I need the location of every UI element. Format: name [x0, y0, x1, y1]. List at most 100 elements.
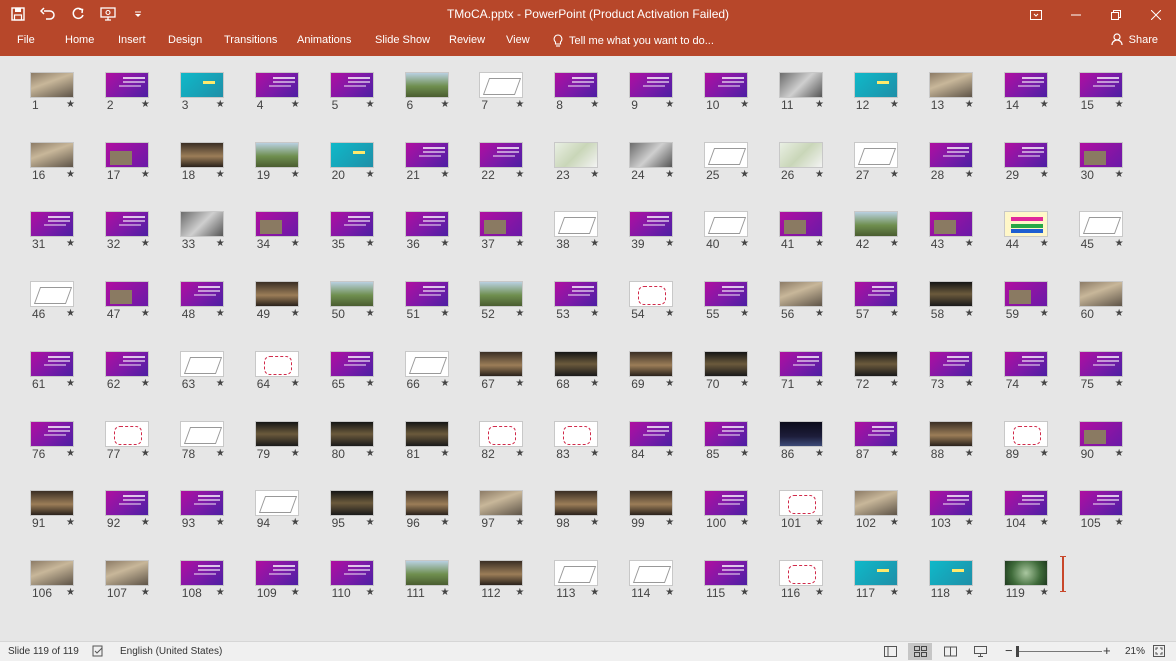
slide-thumbnail[interactable]: 27 ★ [853, 141, 929, 204]
transition-star-icon[interactable]: ★ [740, 99, 749, 110]
slide-thumbnail[interactable]: 69 ★ [629, 350, 704, 413]
transition-star-icon[interactable]: ★ [1040, 238, 1049, 249]
transition-star-icon[interactable]: ★ [1040, 99, 1049, 110]
zoom-level[interactable]: 21% [1125, 646, 1145, 657]
slide-preview[interactable] [329, 211, 374, 238]
slide-thumbnail[interactable]: 107 ★ [104, 559, 180, 622]
slide-thumbnail[interactable]: 14 ★ [1003, 72, 1079, 134]
slide-preview[interactable] [404, 72, 449, 98]
transition-star-icon[interactable]: ★ [740, 378, 749, 389]
slide-preview[interactable] [404, 490, 449, 517]
slide-thumbnail[interactable]: 86 ★ [779, 420, 854, 483]
slide-thumbnail[interactable]: 106 ★ [30, 559, 105, 622]
transition-star-icon[interactable]: ★ [366, 517, 375, 528]
transition-star-icon[interactable]: ★ [141, 587, 150, 598]
slide-thumbnail[interactable]: 33 ★ [179, 211, 255, 273]
slide-thumbnail[interactable]: 94 ★ [254, 490, 330, 552]
transition-star-icon[interactable]: ★ [216, 448, 225, 459]
slide-thumbnail[interactable]: 44 ★ [1003, 211, 1079, 273]
slide-preview[interactable] [179, 141, 224, 168]
transition-star-icon[interactable]: ★ [590, 517, 599, 528]
slide-preview[interactable] [1003, 281, 1048, 308]
transition-star-icon[interactable]: ★ [1115, 308, 1124, 319]
slide-thumbnail[interactable]: 75 ★ [1078, 350, 1154, 413]
slide-preview[interactable] [779, 420, 823, 447]
slide-thumbnail[interactable]: 117 ★ [853, 559, 929, 622]
transition-star-icon[interactable]: ★ [441, 448, 450, 459]
transition-star-icon[interactable]: ★ [1040, 587, 1049, 598]
transition-star-icon[interactable]: ★ [141, 308, 150, 319]
slide-thumbnail[interactable]: 26 ★ [779, 141, 854, 204]
slide-thumbnail[interactable]: 13 ★ [928, 72, 1004, 134]
slide-thumbnail[interactable]: 87 ★ [853, 420, 929, 483]
slide-thumbnail[interactable]: 65 ★ [329, 350, 405, 413]
transition-star-icon[interactable]: ★ [141, 378, 150, 389]
slide-preview[interactable] [179, 490, 224, 517]
slide-thumbnail[interactable]: 54 ★ [629, 281, 704, 343]
transition-star-icon[interactable]: ★ [665, 169, 674, 180]
transition-star-icon[interactable]: ★ [1115, 517, 1124, 528]
transition-star-icon[interactable]: ★ [366, 587, 375, 598]
share-button[interactable]: Share [1111, 33, 1158, 46]
slide-thumbnail[interactable]: 29 ★ [1003, 141, 1079, 204]
slide-preview[interactable] [629, 420, 674, 447]
transition-star-icon[interactable]: ★ [965, 517, 974, 528]
transition-star-icon[interactable]: ★ [740, 238, 749, 249]
slide-preview[interactable] [254, 490, 299, 517]
transition-star-icon[interactable]: ★ [141, 169, 150, 180]
slide-thumbnail[interactable]: 58 ★ [928, 281, 1004, 343]
transition-star-icon[interactable]: ★ [291, 448, 300, 459]
slide-preview[interactable] [629, 211, 674, 238]
slide-sorter-view-button[interactable] [908, 643, 932, 660]
slide-preview[interactable] [1003, 350, 1048, 377]
slide-thumbnail[interactable]: 62 ★ [104, 350, 180, 413]
transition-star-icon[interactable]: ★ [216, 99, 225, 110]
slide-preview[interactable] [104, 141, 149, 168]
slide-preview[interactable] [704, 141, 749, 168]
slide-preview[interactable] [779, 281, 823, 308]
slide-thumbnail[interactable]: 41 ★ [779, 211, 854, 273]
slide-preview[interactable] [479, 211, 524, 238]
slide-thumbnail[interactable]: 112 ★ [479, 559, 554, 622]
slide-thumbnail[interactable]: 118 ★ [928, 559, 1004, 622]
slide-preview[interactable] [104, 490, 149, 517]
slide-thumbnail[interactable]: 93 ★ [179, 490, 255, 552]
transition-star-icon[interactable]: ★ [665, 517, 674, 528]
transition-star-icon[interactable]: ★ [66, 169, 75, 180]
tab-file[interactable]: File [17, 34, 35, 46]
transition-star-icon[interactable]: ★ [366, 238, 375, 249]
transition-star-icon[interactable]: ★ [216, 517, 225, 528]
slide-thumbnail[interactable]: 100 ★ [704, 490, 779, 552]
slide-thumbnail[interactable]: 22 ★ [479, 141, 554, 204]
transition-star-icon[interactable]: ★ [366, 448, 375, 459]
slide-preview[interactable] [254, 141, 299, 168]
transition-star-icon[interactable]: ★ [515, 448, 524, 459]
slide-preview[interactable] [329, 350, 374, 377]
slide-thumbnail[interactable]: 97 ★ [479, 490, 554, 552]
transition-star-icon[interactable]: ★ [890, 378, 899, 389]
slide-thumbnail[interactable]: 9 ★ [629, 72, 704, 134]
slide-show-view-button[interactable] [968, 643, 992, 660]
slide-preview[interactable] [329, 559, 374, 586]
transition-star-icon[interactable]: ★ [441, 517, 450, 528]
slide-thumbnail[interactable]: 76 ★ [30, 420, 105, 483]
slide-thumbnail[interactable]: 115 ★ [704, 559, 779, 622]
slide-thumbnail[interactable]: 42 ★ [853, 211, 929, 273]
slide-preview[interactable] [404, 420, 449, 447]
transition-star-icon[interactable]: ★ [815, 378, 824, 389]
slide-preview[interactable] [554, 281, 599, 308]
slide-thumbnail[interactable]: 113 ★ [554, 559, 629, 622]
slide-thumbnail[interactable]: 7 ★ [479, 72, 554, 134]
slide-preview[interactable] [254, 559, 299, 586]
transition-star-icon[interactable]: ★ [815, 238, 824, 249]
transition-star-icon[interactable]: ★ [1040, 378, 1049, 389]
transition-star-icon[interactable]: ★ [815, 99, 824, 110]
slide-preview[interactable] [928, 72, 973, 98]
transition-star-icon[interactable]: ★ [665, 448, 674, 459]
slide-thumbnail[interactable]: 119 ★ [1003, 559, 1079, 622]
slide-preview[interactable] [1078, 72, 1123, 98]
transition-star-icon[interactable]: ★ [965, 378, 974, 389]
fit-slide-button[interactable] [1153, 645, 1165, 660]
transition-star-icon[interactable]: ★ [815, 517, 824, 528]
transition-star-icon[interactable]: ★ [515, 587, 524, 598]
